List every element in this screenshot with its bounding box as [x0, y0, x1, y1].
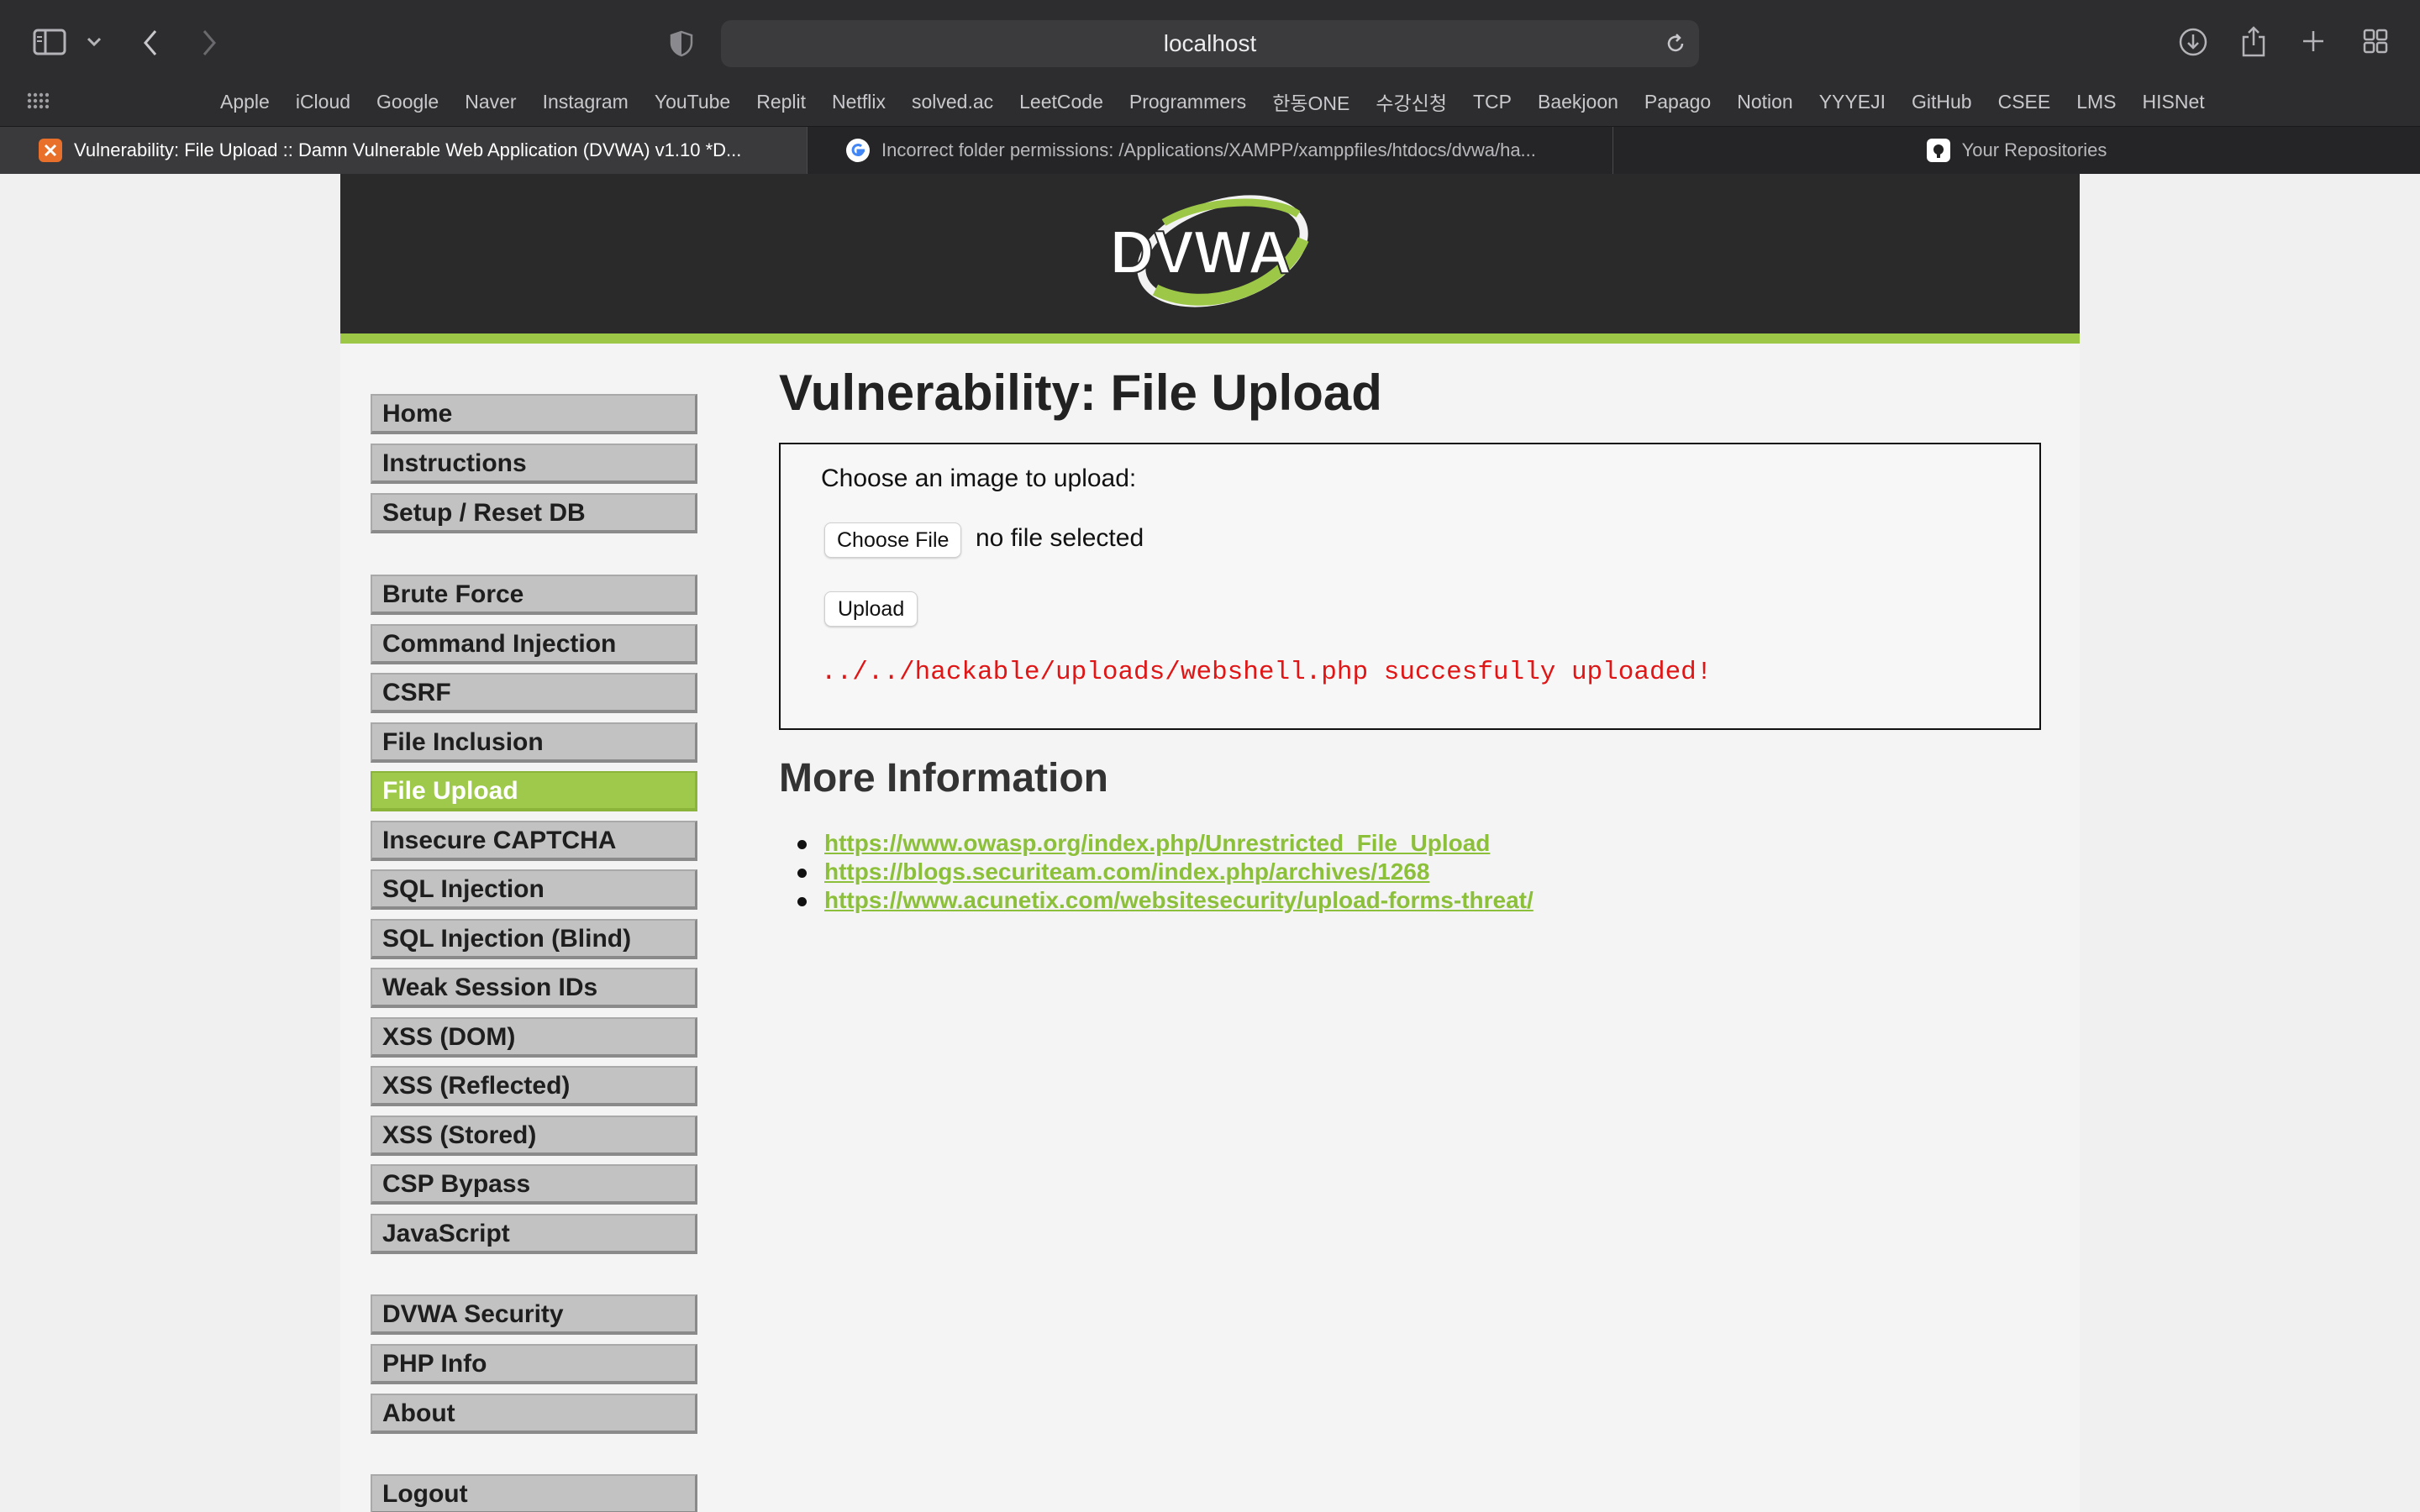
upload-button[interactable]: Upload — [824, 591, 918, 627]
bookmark-hisnet[interactable]: HISNet — [2143, 91, 2205, 113]
upload-result-message: ../../hackable/uploads/webshell.php succ… — [821, 658, 1712, 687]
svg-text:DVWA: DVWA — [1110, 219, 1292, 286]
apps-grid-icon[interactable] — [25, 91, 50, 111]
bookmark-solved-ac[interactable]: solved.ac — [912, 91, 993, 113]
bookmark-notion[interactable]: Notion — [1737, 91, 1792, 113]
new-tab-icon[interactable] — [2299, 27, 2328, 55]
menu-btn-command-injection[interactable]: Command Injection — [371, 624, 697, 664]
menu-btn-csrf[interactable]: CSRF — [371, 673, 697, 713]
menu-btn-xss-stored[interactable]: XSS (Stored) — [371, 1116, 697, 1156]
choose-file-button[interactable]: Choose File — [824, 522, 962, 558]
sidebar-toggle-icon[interactable] — [32, 27, 67, 57]
menu-btn-csp-bypass[interactable]: CSP Bypass — [371, 1164, 697, 1205]
link-securiteam-archive[interactable]: https://blogs.securiteam.com/index.php/a… — [824, 858, 1429, 885]
bookmark-icloud[interactable]: iCloud — [296, 91, 350, 113]
address-bar[interactable]: localhost — [721, 20, 1699, 67]
tab-dvwa-file-upload[interactable]: Vulnerability: File Upload :: Damn Vulne… — [0, 127, 807, 174]
list-item: https://www.acunetix.com/websitesecurity… — [797, 886, 1534, 915]
page-title: Vulnerability: File Upload — [779, 365, 1382, 421]
dvwa-logo: DVWA — [1109, 195, 1309, 307]
bookmark-handong-one[interactable]: 한동ONE — [1272, 87, 1349, 116]
back-icon[interactable] — [138, 27, 163, 59]
link-owasp-unrestricted-upload[interactable]: https://www.owasp.org/index.php/Unrestri… — [824, 830, 1490, 856]
menu-btn-sql-injection[interactable]: SQL Injection — [371, 869, 697, 910]
menu-btn-sql-injection-blind[interactable]: SQL Injection (Blind) — [371, 919, 697, 959]
upload-prompt: Choose an image to upload: — [821, 465, 1137, 492]
bookmark-papago[interactable]: Papago — [1644, 91, 1711, 113]
privacy-shield-icon[interactable] — [667, 29, 696, 59]
browser-toolbar: localhost Apple iCloud Google Naver Inst… — [0, 0, 2420, 174]
tab-bar: Vulnerability: File Upload :: Damn Vulne… — [0, 126, 2420, 174]
download-icon[interactable] — [2176, 25, 2210, 59]
bookmark-youtube[interactable]: YouTube — [655, 91, 730, 113]
menu-btn-file-upload[interactable]: File Upload — [371, 771, 697, 811]
tab-title: Your Repositories — [1961, 139, 2107, 160]
bookmark-lms[interactable]: LMS — [2076, 91, 2116, 113]
menu-btn-xss-reflected[interactable]: XSS (Reflected) — [371, 1066, 697, 1106]
list-item: https://blogs.securiteam.com/index.php/a… — [797, 858, 1534, 886]
forward-icon[interactable] — [197, 27, 222, 59]
tab-folder-permissions[interactable]: Incorrect folder permissions: /Applicati… — [808, 127, 1612, 174]
bookmark-instagram[interactable]: Instagram — [543, 91, 629, 113]
menu-btn-javascript[interactable]: JavaScript — [371, 1214, 697, 1254]
bookmark-leetcode[interactable]: LeetCode — [1019, 91, 1103, 113]
menu-btn-dvwa-security[interactable]: DVWA Security — [371, 1294, 697, 1335]
dvwa-header: DVWA — [340, 174, 2080, 344]
chevron-down-icon[interactable] — [84, 32, 104, 52]
share-icon[interactable] — [2238, 24, 2269, 59]
upload-form: Choose an image to upload: Choose File n… — [779, 443, 2041, 730]
bookmark-google[interactable]: Google — [376, 91, 439, 113]
bookmark-replit[interactable]: Replit — [756, 91, 806, 113]
menu-btn-about[interactable]: About — [371, 1394, 697, 1434]
tab-your-repositories[interactable]: Your Repositories — [1613, 127, 2420, 174]
xampp-favicon-icon — [39, 139, 62, 162]
more-information-heading: More Information — [779, 756, 1108, 801]
bookmark-github[interactable]: GitHub — [1912, 91, 1972, 113]
bookmark-course-registration[interactable]: 수강신청 — [1376, 87, 1447, 116]
github-favicon-icon — [1926, 139, 1950, 162]
menu-btn-weak-session-ids[interactable]: Weak Session IDs — [371, 968, 697, 1008]
bookmark-apple[interactable]: Apple — [220, 91, 270, 113]
more-information-links: https://www.owasp.org/index.php/Unrestri… — [797, 829, 1534, 915]
bookmark-naver[interactable]: Naver — [465, 91, 516, 113]
menu-btn-instructions[interactable]: Instructions — [371, 444, 697, 484]
menu-btn-home[interactable]: Home — [371, 394, 697, 434]
bookmark-tcp[interactable]: TCP — [1473, 91, 1512, 113]
link-acunetix-upload-forms[interactable]: https://www.acunetix.com/websitesecurity… — [824, 887, 1534, 913]
reload-icon[interactable] — [1664, 32, 1687, 55]
bookmark-csee[interactable]: CSEE — [1998, 91, 2051, 113]
menu-btn-xss-dom[interactable]: XSS (DOM) — [371, 1017, 697, 1058]
file-status-text: no file selected — [976, 524, 1144, 552]
address-text: localhost — [1163, 30, 1257, 56]
tab-overview-icon[interactable] — [2361, 27, 2390, 55]
menu-btn-logout[interactable]: Logout — [371, 1474, 697, 1512]
bookmark-yyyeji[interactable]: YYYEJI — [1819, 91, 1886, 113]
menu-btn-insecure-captcha[interactable]: Insecure CAPTCHA — [371, 821, 697, 861]
dvwa-container: DVWA Home Instructions Setup / Reset DB … — [340, 174, 2080, 1512]
tab-title: Vulnerability: File Upload :: Damn Vulne… — [74, 139, 742, 160]
menu-btn-brute-force[interactable]: Brute Force — [371, 575, 697, 615]
menu-btn-setup-reset-db[interactable]: Setup / Reset DB — [371, 493, 697, 533]
menu-btn-php-info[interactable]: PHP Info — [371, 1344, 697, 1384]
bookmarks-bar: Apple iCloud Google Naver Instagram YouT… — [220, 87, 2231, 116]
list-item: https://www.owasp.org/index.php/Unrestri… — [797, 829, 1534, 858]
bookmark-programmers[interactable]: Programmers — [1129, 91, 1246, 113]
tab-title: Incorrect folder permissions: /Applicati… — [881, 139, 1536, 160]
bookmark-netflix[interactable]: Netflix — [832, 91, 886, 113]
web-page: DVWA Home Instructions Setup / Reset DB … — [0, 174, 2420, 1512]
menu-btn-file-inclusion[interactable]: File Inclusion — [371, 722, 697, 763]
google-favicon-icon — [846, 139, 870, 162]
bookmark-baekjoon[interactable]: Baekjoon — [1538, 91, 1618, 113]
